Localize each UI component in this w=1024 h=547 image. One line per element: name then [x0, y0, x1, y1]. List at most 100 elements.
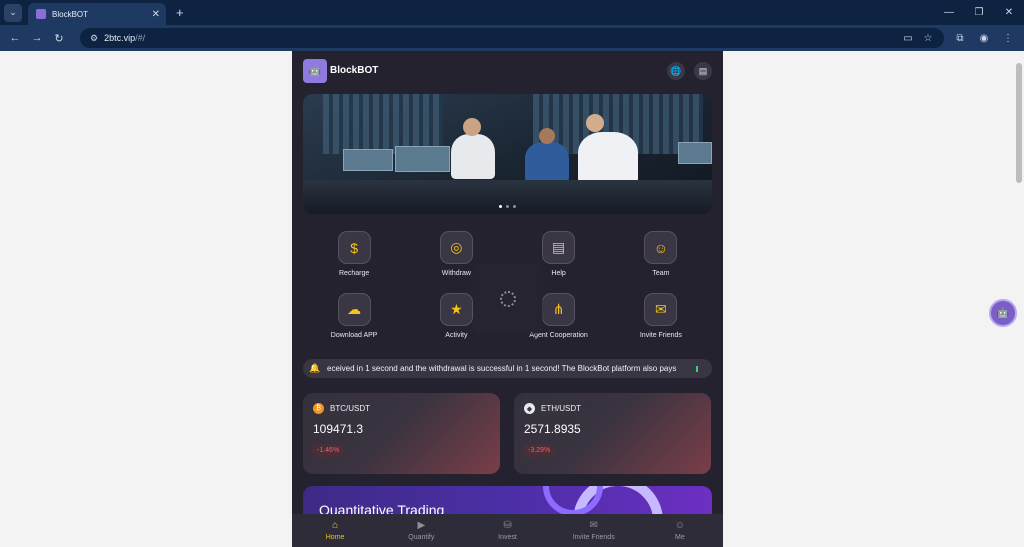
nav-label: Me — [675, 534, 685, 541]
menu-label: Download APP — [330, 332, 378, 339]
nav-label: Invest — [498, 534, 517, 541]
download-icon: ☁ — [337, 293, 371, 326]
bookmark-star-icon[interactable]: ☆ — [918, 33, 938, 44]
activity-icon: ★ — [439, 293, 473, 326]
window-controls: — ❐ ✕ — [934, 0, 1024, 25]
tab-search-icon[interactable]: ⌄ — [4, 3, 22, 22]
team-icon: ☺ — [644, 231, 678, 264]
menu-label: Team — [652, 270, 670, 277]
agent-icon: ⋔ — [542, 293, 576, 326]
banner-person — [451, 134, 495, 179]
banner-monitor — [343, 149, 393, 171]
messages-icon[interactable]: ▤ — [694, 62, 712, 80]
nav-me[interactable]: ☺ Me — [637, 514, 723, 547]
nav-home[interactable]: ⌂ Home — [292, 514, 378, 547]
pair-price: 109471.3 — [313, 422, 364, 436]
me-icon: ☺ — [674, 520, 686, 531]
help-icon: ▤ — [542, 231, 576, 264]
restore-icon[interactable]: ❐ — [964, 0, 994, 25]
pair-name: BTC/USDT — [330, 404, 370, 413]
recharge-icon: $ — [337, 231, 371, 264]
reload-icon[interactable]: ↻ — [48, 32, 70, 45]
invite-icon: ✉ — [644, 293, 678, 326]
quantify-icon: ▶ — [417, 520, 426, 531]
banner-dot[interactable] — [513, 205, 516, 208]
site-info-icon[interactable]: ⚙ — [90, 33, 98, 44]
menu-team[interactable]: ☺ Team — [610, 231, 712, 283]
hero-banner-image[interactable] — [303, 94, 712, 214]
pair-change-badge: -3.29% — [523, 444, 556, 457]
language-globe-icon[interactable]: 🌐 — [667, 62, 685, 80]
invest-icon: ⛁ — [503, 520, 512, 531]
bottom-navigation: ⌂ Home ▶ Quantify ⛁ Invest ✉ Invite Frie… — [292, 514, 723, 547]
minimize-icon[interactable]: — — [934, 0, 964, 25]
menu-download-app[interactable]: ☁ Download APP — [303, 293, 405, 345]
menu-label: Activity — [445, 332, 468, 339]
menu-recharge[interactable]: $ Recharge — [303, 231, 405, 283]
support-bot-avatar-icon[interactable]: 🤖 — [989, 299, 1017, 327]
page-scrollbar[interactable] — [1014, 51, 1024, 547]
forward-icon[interactable]: → — [26, 32, 48, 44]
market-card-btc[interactable]: ₿ BTC/USDT 109471.3 -1.46% — [303, 393, 500, 474]
banner-person — [578, 132, 638, 184]
address-bar: ← → ↻ ⚙ 2btc.vip/#/ ▭ ☆ ⧉ ◉ ⋮ — [0, 25, 1024, 51]
brand-name: BlockBOT — [330, 65, 379, 76]
back-icon[interactable]: ← — [4, 32, 26, 44]
mobile-app: 🤖 BlockBOT 🌐 ▤ $ Recharge ◎ Withdraw ▤ H… — [292, 51, 723, 547]
nav-label: Invite Friends — [572, 534, 615, 541]
banner-dot[interactable] — [499, 205, 502, 208]
tab-favicon-icon — [36, 9, 46, 19]
loading-overlay — [473, 264, 543, 334]
market-card-header: ₿ BTC/USDT — [313, 403, 370, 414]
banner-desk — [303, 180, 712, 214]
notice-indicator — [696, 365, 698, 372]
close-window-icon[interactable]: ✕ — [994, 0, 1024, 25]
pair-price: 2571.8935 — [524, 422, 581, 436]
scrollbar-thumb[interactable] — [1016, 63, 1022, 183]
tab-title: BlockBOT — [52, 9, 89, 19]
eth-coin-icon: ◆ — [524, 403, 535, 414]
banner-person-head — [586, 114, 604, 132]
tab-close-icon[interactable]: ✕ — [152, 9, 160, 20]
market-card-eth[interactable]: ◆ ETH/USDT 2571.8935 -3.29% — [514, 393, 711, 474]
profile-icon[interactable]: ◉ — [972, 33, 996, 44]
market-card-header: ◆ ETH/USDT — [524, 403, 581, 414]
banner-pagination — [303, 205, 712, 208]
nav-invite-friends[interactable]: ✉ Invite Friends — [551, 514, 637, 547]
menu-label: Recharge — [338, 270, 370, 277]
extensions-icon[interactable]: ⧉ — [948, 33, 972, 44]
new-tab-icon[interactable]: + — [176, 5, 184, 20]
url-host: 2btc.vip — [104, 33, 136, 43]
menu-invite-friends[interactable]: ✉ Invite Friends — [610, 293, 712, 345]
banner-dot[interactable] — [506, 205, 509, 208]
nav-invest[interactable]: ⛁ Invest — [464, 514, 550, 547]
app-header: 🤖 BlockBOT 🌐 ▤ — [292, 51, 723, 91]
url-text: 2btc.vip/#/ — [104, 33, 145, 43]
page-viewport: 🤖 🤖 BlockBOT 🌐 ▤ $ Recharge ◎ Withdraw ▤… — [0, 51, 1024, 547]
cast-icon[interactable]: ▭ — [898, 33, 918, 44]
pair-name: ETH/USDT — [541, 404, 581, 413]
invite-friends-icon: ✉ — [589, 520, 598, 531]
nav-label: Quantify — [408, 534, 435, 541]
banner-monitor — [395, 146, 450, 172]
notice-text: eceived in 1 second and the withdrawal i… — [327, 364, 677, 373]
pair-change-badge: -1.46% — [312, 444, 345, 457]
browser-tab[interactable]: BlockBOT ✕ — [28, 3, 166, 25]
url-path: /#/ — [135, 33, 146, 43]
browser-tab-strip: ⌄ BlockBOT ✕ + — ❐ ✕ — [0, 0, 1024, 25]
banner-person-head — [539, 128, 555, 144]
nav-label: Home — [325, 534, 345, 541]
banner-person-head — [463, 118, 481, 136]
banner-window — [323, 94, 443, 154]
home-icon: ⌂ — [332, 520, 339, 531]
menu-label: Help — [551, 270, 566, 277]
loading-spinner-icon — [500, 291, 516, 307]
banner-monitor — [678, 142, 712, 164]
browser-menu-icon[interactable]: ⋮ — [996, 33, 1020, 44]
nav-quantify[interactable]: ▶ Quantify — [378, 514, 464, 547]
url-input[interactable]: ⚙ 2btc.vip/#/ ▭ ☆ — [80, 28, 944, 48]
menu-label: Withdraw — [441, 270, 471, 277]
menu-label: Invite Friends — [639, 332, 682, 339]
notice-marquee[interactable]: 🔔 eceived in 1 second and the withdrawal… — [303, 359, 712, 378]
btc-coin-icon: ₿ — [313, 403, 324, 414]
